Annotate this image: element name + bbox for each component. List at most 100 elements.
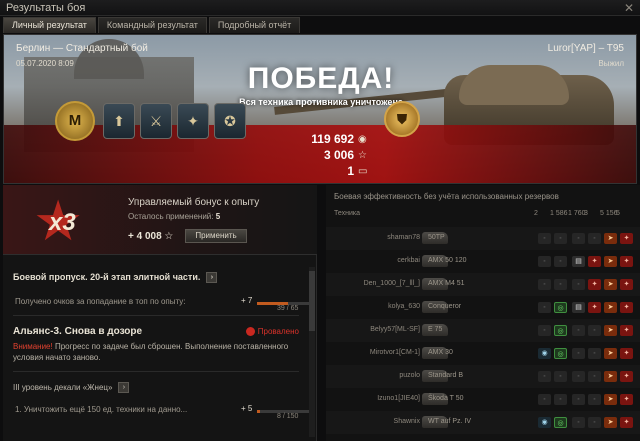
efficiency-table-header: Техника 2 1 586 1 760 3 5 156 5 [326, 207, 640, 221]
battle-result-subtitle: Вся техника противника уничтожена [239, 97, 403, 107]
bonus-remaining-value: 5 [215, 212, 221, 221]
efficiency-gray-icon[interactable]: ▪ [538, 325, 551, 336]
efficiency-orange-icon[interactable]: ➤ [604, 348, 617, 359]
column-header-3: 1 760 [568, 210, 586, 217]
tank-name: Škoda T 50 [428, 395, 464, 402]
failed-label: Провалено [257, 327, 299, 336]
efficiency-red-icon[interactable]: ✦ [620, 394, 633, 405]
efficiency-gray-icon[interactable]: ▪ [572, 394, 585, 405]
efficiency-white-icon[interactable]: ▤ [572, 302, 585, 313]
alliance-quest-title[interactable]: Альянс-3. Снова в дозоре [13, 326, 142, 337]
table-row[interactable]: Mirotvor1[CM-1] AMX 30 ◉ ◎ ▪ ▪ ➤ ✦ [326, 342, 640, 365]
efficiency-gray-icon[interactable]: ▪ [554, 256, 567, 267]
table-row[interactable]: shaman78 50TP ▪ ▪ ▪ ▪ ➤ ✦ [326, 227, 640, 250]
efficiency-red-icon[interactable]: ✦ [620, 348, 633, 359]
efficiency-orange-icon[interactable]: ➤ [604, 233, 617, 244]
divider [13, 371, 299, 372]
quest-scrollbar[interactable] [309, 267, 315, 437]
efficiency-red-icon[interactable]: ✦ [620, 325, 633, 336]
credits-value: 119 692 [311, 132, 354, 146]
efficiency-green-icon[interactable]: ◎ [554, 302, 567, 313]
battle-pass-emblem-icon[interactable]: ⛊ [384, 101, 420, 137]
efficiency-red-icon[interactable]: ✦ [620, 371, 633, 382]
player-name: cerkbai [397, 257, 420, 264]
efficiency-green-icon[interactable]: ◎ [554, 348, 567, 359]
tab-team-result[interactable]: Командный результат [97, 17, 207, 33]
efficiency-gray-icon[interactable]: ▪ [538, 233, 551, 244]
table-row[interactable]: Izuno1[JIE40] Škoda T 50 ▪ ▪ ▪ ▪ ➤ ✦ [326, 388, 640, 411]
efficiency-red-icon[interactable]: ✦ [588, 302, 601, 313]
battle-pass-count: 39 / 65 [277, 305, 299, 312]
efficiency-gray-icon[interactable]: ▪ [572, 233, 585, 244]
efficiency-blue-icon[interactable]: ◉ [538, 348, 551, 359]
efficiency-gray-icon[interactable]: ▪ [572, 348, 585, 359]
efficiency-orange-icon[interactable]: ➤ [604, 371, 617, 382]
efficiency-orange-icon[interactable]: ➤ [604, 325, 617, 336]
decal-open-button[interactable]: › [118, 382, 130, 393]
efficiency-orange-icon[interactable]: ➤ [604, 394, 617, 405]
table-row[interactable]: Shawnix WT auf Pz. IV ◉ ◎ ▪ ▪ ➤ ✦ [326, 411, 640, 434]
efficiency-blue-icon[interactable]: ◉ [538, 417, 551, 428]
medal-gun-icon[interactable]: ✦ [177, 103, 209, 139]
medal-glyph: ⬆ [113, 113, 125, 129]
efficiency-white-icon[interactable]: ▤ [572, 256, 585, 267]
efficiency-orange-icon[interactable]: ➤ [604, 256, 617, 267]
medal-sword-icon[interactable]: ⚔ [140, 103, 172, 139]
emblem-glyph: ⛊ [396, 111, 408, 127]
efficiency-red-icon[interactable]: ✦ [588, 256, 601, 267]
efficiency-gray-icon[interactable]: ▪ [572, 371, 585, 382]
efficiency-red-icon[interactable]: ✦ [588, 279, 601, 290]
efficiency-gray-icon[interactable]: ▪ [538, 256, 551, 267]
efficiency-gray-icon[interactable]: ▪ [538, 394, 551, 405]
tab-detailed-report[interactable]: Подробный отчёт [208, 17, 301, 33]
efficiency-orange-icon[interactable]: ➤ [604, 279, 617, 290]
table-row[interactable]: Belyy57[ML-SF] E 75 ▪ ◎ ▪ ▪ ➤ ✦ [326, 319, 640, 342]
efficiency-gray-icon[interactable]: ▪ [538, 279, 551, 290]
table-row[interactable]: kolya_630 Conqueror ▪ ◎ ▤ ✦ ➤ ✦ [326, 296, 640, 319]
efficiency-gray-icon[interactable]: ▪ [588, 394, 601, 405]
close-icon[interactable]: ✕ [622, 1, 636, 15]
efficiency-gray-icon[interactable]: ▪ [572, 417, 585, 428]
efficiency-green-icon[interactable]: ◎ [554, 417, 567, 428]
battle-pass-row-label: Получено очков за попадание в топ по опы… [15, 297, 186, 306]
efficiency-red-icon[interactable]: ✦ [620, 302, 633, 313]
efficiency-red-icon[interactable]: ✦ [620, 279, 633, 290]
apply-bonus-button[interactable]: Применить [185, 229, 247, 243]
efficiency-gray-icon[interactable]: ▪ [554, 371, 567, 382]
efficiency-gray-icon[interactable]: ▪ [588, 371, 601, 382]
efficiency-gray-icon[interactable]: ▪ [554, 233, 567, 244]
results-tabs: Личный результат Командный результат Под… [3, 17, 301, 33]
efficiency-gray-icon[interactable]: ▪ [588, 233, 601, 244]
player-name: Den_1000_[7_lll_] [363, 280, 420, 287]
player-name: Izuno1[JIE40] [377, 395, 420, 402]
efficiency-green-icon[interactable]: ◎ [554, 325, 567, 336]
efficiency-orange-icon[interactable]: ➤ [604, 302, 617, 313]
mastery-badge-icon[interactable]: M [55, 101, 95, 141]
efficiency-orange-icon[interactable]: ➤ [604, 417, 617, 428]
efficiency-gray-icon[interactable]: ▪ [588, 417, 601, 428]
efficiency-gray-icon[interactable]: ▪ [538, 371, 551, 382]
medal-tank-icon[interactable]: ✪ [214, 103, 246, 139]
efficiency-gray-icon[interactable]: ▪ [572, 279, 585, 290]
efficiency-gray-icon[interactable]: ▪ [538, 302, 551, 313]
tank-name: 50TP [428, 234, 445, 241]
efficiency-red-icon[interactable]: ✦ [620, 417, 633, 428]
efficiency-gray-icon[interactable]: ▪ [588, 348, 601, 359]
efficiency-red-icon[interactable]: ✦ [620, 233, 633, 244]
efficiency-gray-icon[interactable]: ▪ [554, 394, 567, 405]
table-row[interactable]: cerkbai AMX 50 120 ▪ ▪ ▤ ✦ ➤ ✦ [326, 250, 640, 273]
battle-pass-open-button[interactable]: › [206, 271, 218, 283]
efficiency-red-icon[interactable]: ✦ [620, 256, 633, 267]
progress-fill [257, 410, 260, 413]
efficiency-gray-icon[interactable]: ▪ [572, 325, 585, 336]
efficiency-gray-icon[interactable]: ▪ [554, 279, 567, 290]
tab-personal-result[interactable]: Личный результат [3, 17, 96, 33]
medal-rank-icon[interactable]: ⬆ [103, 103, 135, 139]
table-row[interactable]: puzolo Standard B ▪ ▪ ▪ ▪ ➤ ✦ [326, 365, 640, 388]
column-header-tech: Техника [334, 210, 361, 217]
battle-pass-row-value: + 7 [241, 296, 253, 305]
scrollbar-thumb[interactable] [309, 271, 315, 331]
table-row[interactable]: Den_1000_[7_lll_] AMX M4 51 ▪ ▪ ▪ ✦ ➤ ✦ [326, 273, 640, 296]
efficiency-gray-icon[interactable]: ▪ [588, 325, 601, 336]
decal-row-label: 1. Уничтожить ещё 150 ед. техники на дан… [15, 405, 188, 414]
